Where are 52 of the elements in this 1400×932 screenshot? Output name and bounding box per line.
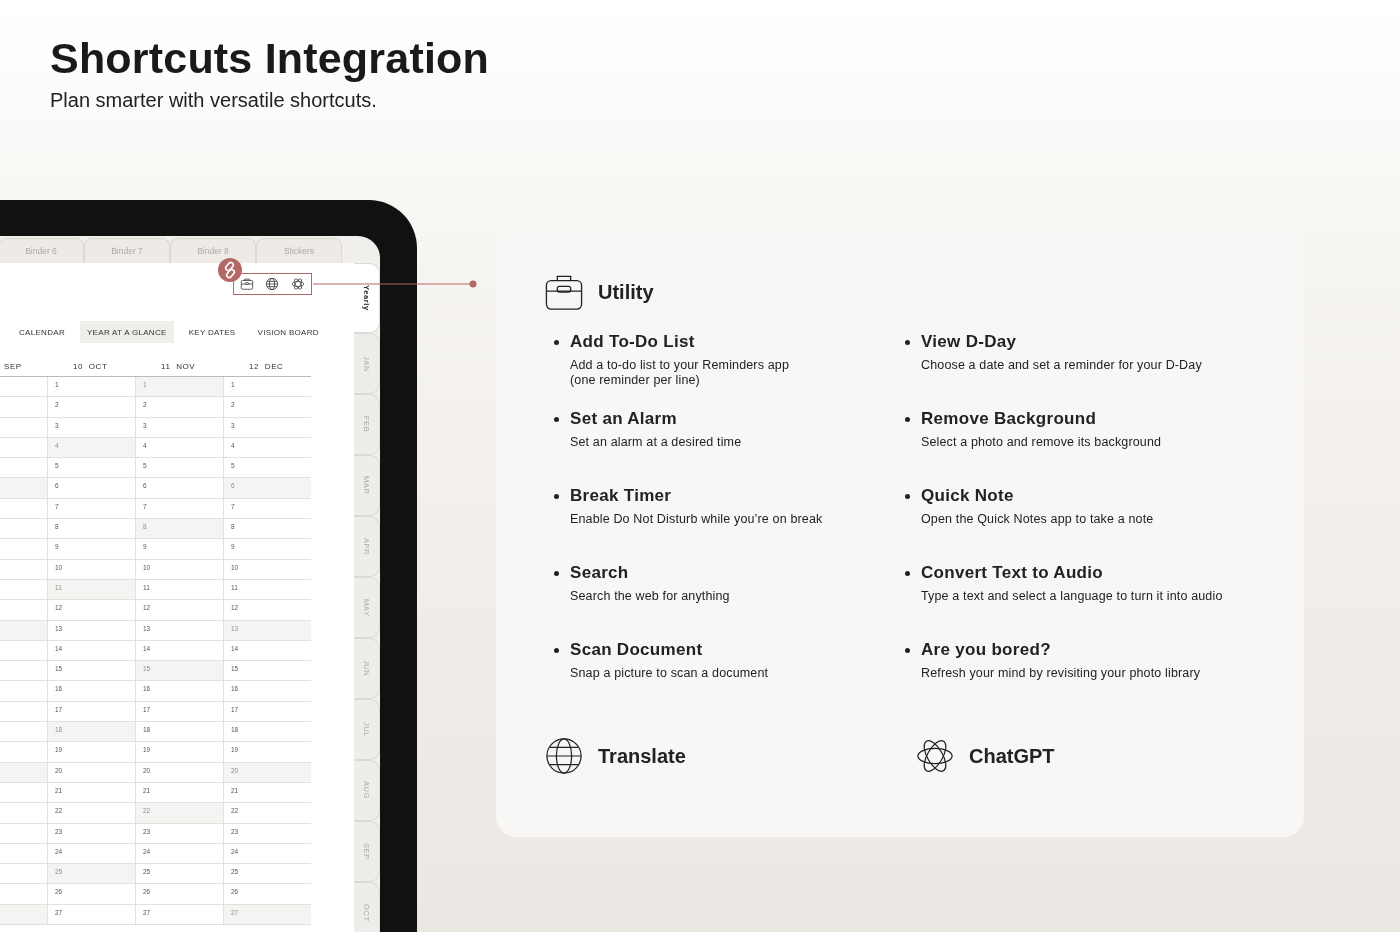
month-heading: 12 DEC <box>223 362 311 377</box>
bullet-icon <box>905 571 910 576</box>
shortcut-title: Set an Alarm <box>570 409 678 429</box>
shortcut-title: Are you bored? <box>921 640 1052 660</box>
shortcut-title: Break Timer <box>570 486 673 506</box>
nav-tab[interactable]: KEY DATES <box>181 321 243 343</box>
month-heading: SEP <box>0 362 47 377</box>
shortcut-description: Enable Do Not Disturb while you’re on break <box>570 512 823 527</box>
shortcut-title: Translate <box>598 744 686 768</box>
knot-icon[interactable] <box>291 277 306 291</box>
globe-icon[interactable] <box>265 277 280 291</box>
section-title: Utility <box>598 280 654 304</box>
shortcut-description: Refresh your mind by revisiting your photo library <box>921 666 1201 681</box>
shortcut-description: Add a to-do list to your Reminders app (one reminder per line) <box>570 358 789 388</box>
shortcut-description: Set an alarm at a desired time <box>570 435 742 450</box>
shortcut-description: Open the Quick Notes app to take a note <box>921 512 1154 527</box>
nav-tab[interactable]: YEAR AT A GLANCE <box>79 321 174 343</box>
bullet-icon <box>554 648 559 653</box>
shortcut-description: Search the web for anything <box>570 589 730 604</box>
shortcut-title: Add To-Do List <box>570 332 696 352</box>
shortcut-title: Remove Background <box>921 409 1098 429</box>
bullet-icon <box>554 340 559 345</box>
day-cell[interactable] <box>0 478 47 499</box>
page-title: Shortcuts Integration <box>50 34 490 83</box>
bullet-icon <box>905 340 910 345</box>
bullet-icon <box>905 494 910 499</box>
bullet-icon <box>905 648 910 653</box>
briefcase-icon <box>545 273 583 311</box>
shortcut-description: Select a photo and remove its background <box>921 435 1162 450</box>
shortcut-description: Choose a date and set a reminder for your D-Day <box>921 358 1202 373</box>
shortcut-title: Search <box>570 563 630 583</box>
globe-icon <box>545 737 583 775</box>
briefcase-icon[interactable] <box>239 277 254 291</box>
nav-tab[interactable]: VISION BOARD <box>250 321 326 343</box>
bullet-icon <box>554 417 559 422</box>
month-heading: 10 OCT <box>47 362 135 377</box>
shortcut-title: ChatGPT <box>969 744 1055 768</box>
day-cell[interactable] <box>0 620 47 641</box>
day-cell[interactable] <box>0 904 47 925</box>
knot-icon <box>916 737 954 775</box>
page-subtitle: Plan smarter with versatile shortcuts. <box>50 89 378 112</box>
shortcut-description: Type a text and select a language to turn it into audio <box>921 589 1223 604</box>
nav-tab[interactable]: CALENDAR <box>12 321 72 343</box>
bullet-icon <box>554 571 559 576</box>
shortcut-title: Convert Text to Audio <box>921 563 1104 583</box>
shortcut-title: View D-Day <box>921 332 1018 352</box>
shortcut-title: Quick Note <box>921 486 1015 506</box>
bullet-icon <box>554 494 559 499</box>
day-cell[interactable] <box>0 762 47 783</box>
bullet-icon <box>905 417 910 422</box>
shortcut-title: Scan Document <box>570 640 704 660</box>
shortcut-description: Snap a picture to scan a document <box>570 666 769 681</box>
